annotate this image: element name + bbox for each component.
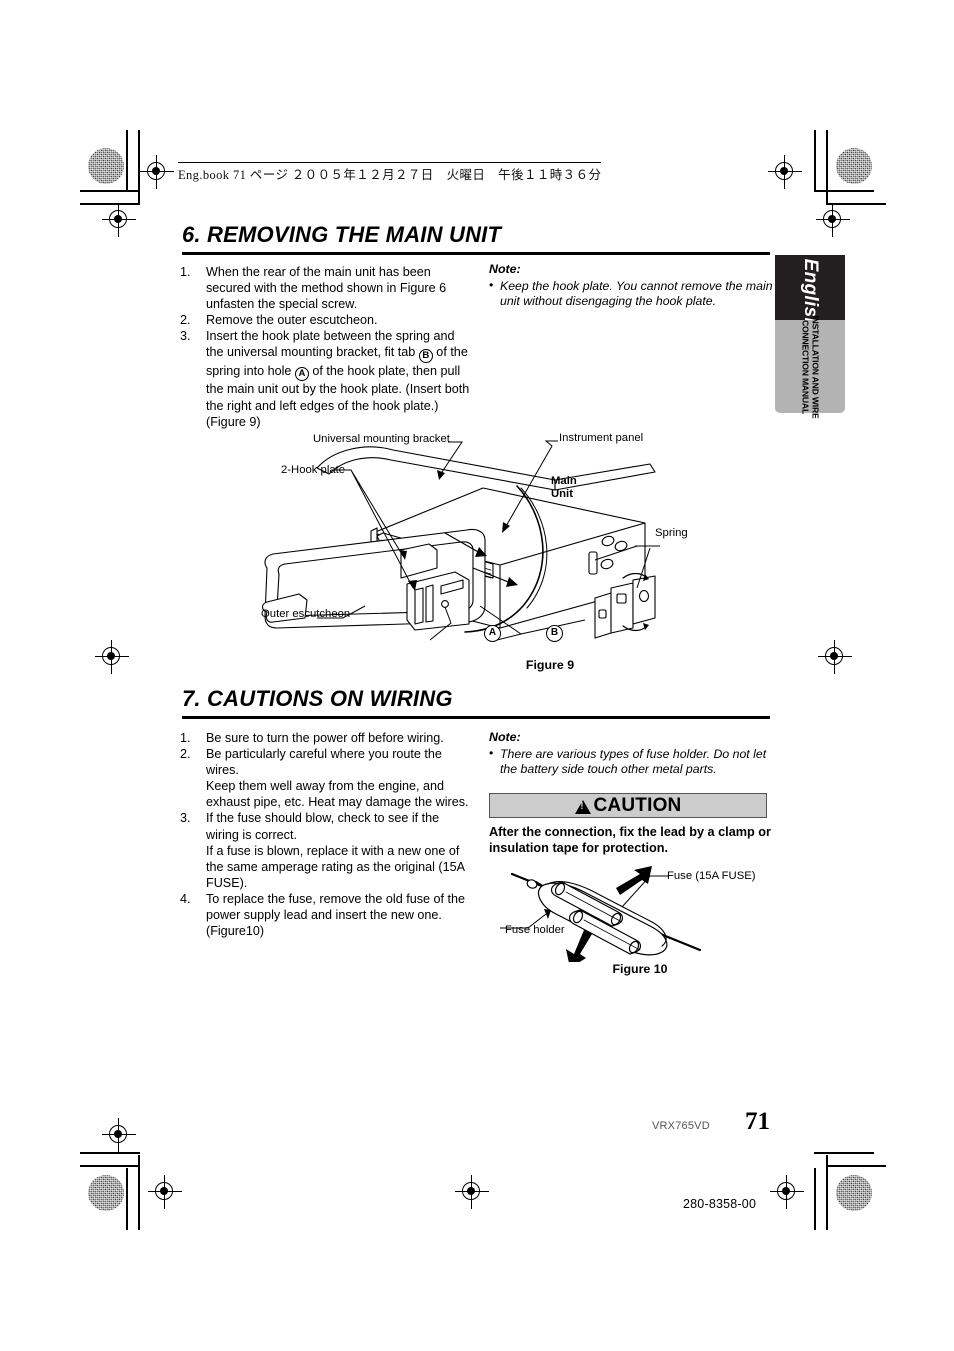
registration-target-tr2 (816, 203, 850, 237)
callout-instrument-panel: Instrument panel (559, 432, 644, 444)
step-text: When the rear of the main unit has been … (206, 265, 447, 312)
warning-triangle-icon (574, 799, 591, 814)
callout-outer-escutcheon: Outer escutcheon (261, 608, 351, 620)
halftone-registration-dot-bl (88, 1175, 124, 1211)
bullet-icon: • (489, 277, 494, 292)
page-number: 71 (745, 1108, 770, 1135)
step-text: Remove the outer escutcheon. (206, 313, 378, 328)
registration-target-tr (768, 155, 802, 189)
note-title: Note: (489, 730, 521, 744)
registration-target-tl2 (102, 203, 136, 237)
callout-fuse-holder: Fuse holder (505, 924, 565, 936)
figure-9-caption: Figure 9 (525, 658, 575, 672)
crop-mark-tl-v1 (126, 130, 128, 192)
registration-target-br (770, 1175, 804, 1209)
step-text: Insert the hook plate between the spring… (206, 328, 472, 429)
halftone-registration-dot-tr (836, 148, 872, 184)
figure-marker-b: B (546, 625, 563, 642)
note-body: • There are various types of fuse holder… (489, 745, 773, 778)
crop-mark-br-h1 (814, 1152, 874, 1154)
step-text: Be particularly careful where you route … (206, 747, 469, 810)
step-number: 4. (180, 891, 191, 906)
list-item: 2. Be particularly careful where you rou… (180, 746, 472, 810)
step-number: 1. (180, 731, 191, 745)
crop-mark-br-v1 (814, 1168, 816, 1230)
step-text: If the fuse should blow, check to see if… (206, 811, 465, 890)
step-text: To replace the fuse, remove the old fuse… (206, 891, 466, 939)
caution-banner: CAUTION (489, 793, 767, 818)
step-number: 2. (180, 313, 191, 328)
section7-steps: 1. Be sure to turn the power off before … (180, 730, 472, 939)
inline-marker-a: A (294, 367, 309, 382)
registration-target-bm (455, 1175, 489, 1209)
crop-mark-tr-h1 (814, 190, 874, 192)
note-body: • Keep the hook plate. You cannot remove… (489, 277, 773, 310)
step-text: Be sure to turn the power off before wir… (206, 731, 444, 745)
halftone-registration-dot-tl (88, 148, 124, 184)
callout-main-unit: Main Unit (551, 475, 591, 501)
crop-mark-tl-h1 (80, 190, 140, 192)
list-item: 2. Remove the outer escutcheon. (180, 312, 472, 328)
section6-steps: 1. When the rear of the main unit has be… (180, 264, 472, 430)
list-item: 4. To replace the fuse, remove the old f… (180, 891, 472, 939)
callout-main-unit-line1: Main (551, 475, 577, 487)
figure-10-caption: Figure 10 (612, 962, 668, 976)
inline-marker-b: B (418, 348, 433, 363)
list-item: 3. If the fuse should blow, check to see… (180, 810, 472, 890)
section7-note: Note: • There are various types of fuse … (489, 730, 773, 778)
crop-mark-bl-h2 (80, 1165, 140, 1167)
note-text: Keep the hook plate. You cannot remove t… (500, 278, 773, 309)
step-text-part1: Insert the hook plate between the spring… (206, 329, 455, 360)
registration-target-bl (102, 1118, 136, 1152)
bullet-icon: • (489, 745, 494, 760)
note-title: Note: (489, 262, 521, 276)
crop-mark-bl-v1 (126, 1168, 128, 1230)
figure-marker-a: A (484, 625, 501, 642)
manual-page: Eng.book 71 ページ ２００５年１２月２７日 火曜日 午後１１時３６分… (0, 0, 954, 1351)
caution-text: After the connection, fix the lead by a … (489, 825, 771, 855)
registration-target-mr (818, 640, 852, 674)
crop-mark-tr-v2 (826, 130, 828, 205)
crop-mark-tr-v1 (814, 130, 816, 192)
section-heading-6: 6. REMOVING THE MAIN UNIT (182, 222, 770, 255)
document-code: 280-8358-00 (683, 1197, 757, 1211)
registration-target-ml (95, 640, 129, 674)
crop-mark-bl-h1 (80, 1152, 140, 1154)
list-item: 1. When the rear of the main unit has be… (180, 264, 472, 312)
callout-spring: Spring (655, 527, 688, 539)
step-number: 3. (180, 329, 191, 344)
registration-target-bl2 (148, 1175, 182, 1209)
section6-note: Note: • Keep the hook plate. You cannot … (489, 262, 773, 310)
callout-universal-mounting-bracket: Universal mounting bracket (313, 433, 450, 445)
callout-main-unit-line2: Unit (551, 488, 573, 500)
manual-type-tab: INSTALLATION AND WIRE CONNECTION MANUAL (775, 315, 845, 418)
model-code: VRX765VD (652, 1120, 710, 1132)
list-item: 1. Be sure to turn the power off before … (180, 730, 472, 746)
step-number: 2. (180, 747, 191, 762)
list-item: 3. Insert the hook plate between the spr… (180, 328, 472, 429)
caution-label: CAUTION (593, 794, 682, 816)
crop-mark-br-h2 (826, 1165, 886, 1167)
running-header: Eng.book 71 ページ ２００５年１２月２７日 火曜日 午後１１時３６分 (178, 162, 602, 183)
manual-type-label: INSTALLATION AND WIRE CONNECTION MANUAL (800, 314, 821, 419)
note-text: There are various types of fuse holder. … (500, 746, 767, 777)
manual-type-line2: CONNECTION MANUAL (801, 319, 811, 414)
registration-target-tl (140, 155, 174, 189)
manual-type-line1: INSTALLATION AND WIRE (810, 314, 821, 419)
callout-2-hook-plate: 2-Hook plate (281, 464, 346, 476)
step-number: 3. (180, 811, 191, 826)
step-number: 1. (180, 265, 191, 279)
halftone-registration-dot-br (836, 1175, 872, 1211)
callout-fuse: Fuse (15A FUSE) (667, 870, 756, 882)
section-heading-7: 7. CAUTIONS ON WIRING (182, 686, 770, 719)
